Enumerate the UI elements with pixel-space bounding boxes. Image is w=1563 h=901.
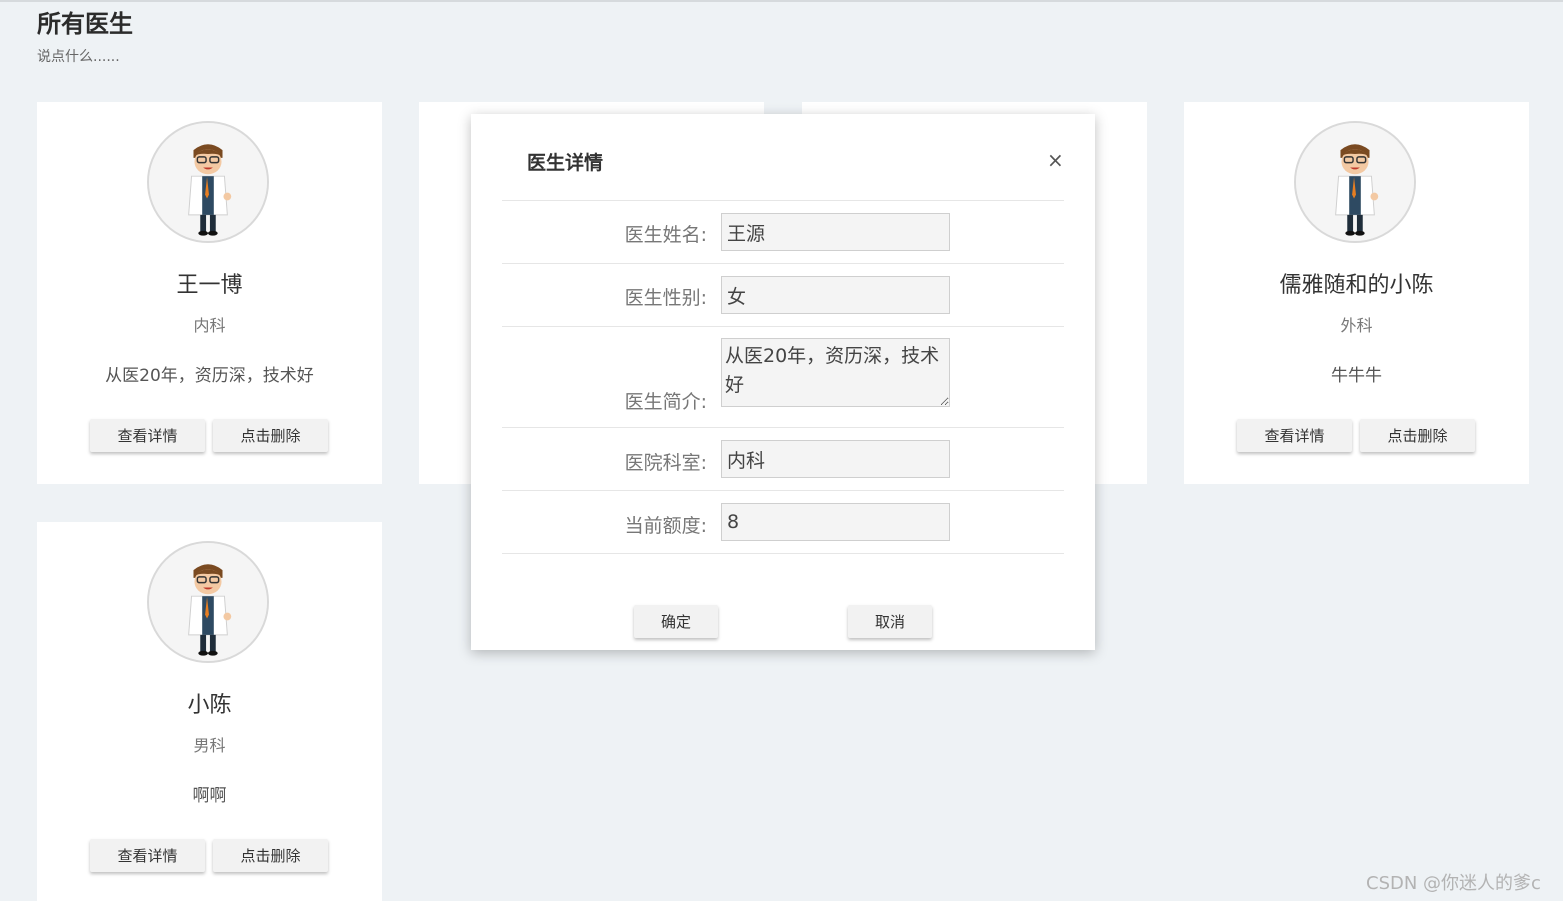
divider xyxy=(502,326,1064,327)
divider xyxy=(502,200,1064,201)
doctor-name: 儒雅随和的小陈 xyxy=(1279,273,1434,298)
name-label: 医生姓名: xyxy=(624,224,707,246)
gender-input[interactable] xyxy=(721,276,950,314)
gender-label: 医生性别: xyxy=(624,287,707,309)
divider xyxy=(502,263,1064,264)
modal-title: 医生详情 xyxy=(527,152,604,174)
divider xyxy=(502,427,1064,428)
doctor-intro: 牛牛牛 xyxy=(1331,366,1382,386)
page-subtitle: 说点什么...... xyxy=(37,49,120,65)
view-detail-button[interactable]: 查看详情 xyxy=(1237,419,1352,452)
doctor-dept: 外科 xyxy=(1340,316,1373,335)
divider xyxy=(502,553,1064,554)
doctor-name: 小陈 xyxy=(187,693,232,718)
doctor-intro: 从医20年，资历深，技术好 xyxy=(105,366,314,386)
name-input[interactable] xyxy=(721,213,950,251)
intro-textarea[interactable]: 从医20年，资历深，技术好 xyxy=(721,338,950,407)
delete-button[interactable]: 点击删除 xyxy=(1360,419,1475,452)
view-detail-button[interactable]: 查看详情 xyxy=(90,839,205,872)
cancel-button[interactable]: 取消 xyxy=(848,605,932,638)
doctor-name: 王一博 xyxy=(176,273,243,298)
watermark: CSDN @你迷人的爹c xyxy=(1366,873,1541,894)
doctor-dept: 内科 xyxy=(193,316,226,335)
doctor-card: 儒雅随和的小陈 外科 牛牛牛 查看详情 点击删除 xyxy=(1184,102,1529,484)
doctor-dept: 男科 xyxy=(193,736,226,755)
quota-label: 当前额度: xyxy=(624,515,707,537)
doctor-detail-modal: 医生详情 × 医生姓名: 医生性别: 医生简介: 从医20年，资历深，技术好 医… xyxy=(471,114,1095,650)
doctor-avatar-icon xyxy=(1294,121,1416,243)
doctor-card: 王一博 内科 从医20年，资历深，技术好 查看详情 点击删除 xyxy=(37,102,382,484)
doctor-intro: 啊啊 xyxy=(192,786,227,806)
confirm-button[interactable]: 确定 xyxy=(634,605,718,638)
divider xyxy=(502,490,1064,491)
delete-button[interactable]: 点击删除 xyxy=(213,419,328,452)
dept-input[interactable] xyxy=(721,440,950,478)
doctor-avatar-icon xyxy=(147,121,269,243)
view-detail-button[interactable]: 查看详情 xyxy=(90,419,205,452)
doctor-card: 小陈 男科 啊啊 查看详情 点击删除 xyxy=(37,522,382,901)
intro-label: 医生简介: xyxy=(624,391,707,413)
dept-label: 医院科室: xyxy=(624,452,707,474)
doctor-avatar-icon xyxy=(147,541,269,663)
page-title: 所有医生 xyxy=(37,10,133,38)
delete-button[interactable]: 点击删除 xyxy=(213,839,328,872)
close-icon[interactable]: × xyxy=(1047,150,1064,170)
quota-input[interactable] xyxy=(721,503,950,541)
top-divider xyxy=(0,0,1563,2)
